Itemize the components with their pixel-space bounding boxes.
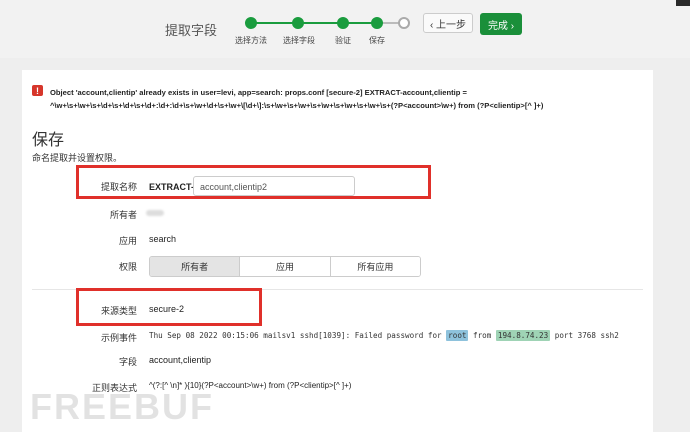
step-label-validate: 验证 (335, 36, 351, 45)
fields-label: 字段 (118, 357, 137, 367)
permission-app-button[interactable]: 应用 (240, 257, 331, 276)
step-label-select-method: 选择方法 (235, 36, 267, 45)
sample-event: Thu Sep 08 2022 00:15:06 mailsv1 sshd[10… (149, 330, 619, 341)
annotation-box-name (76, 165, 431, 199)
save-panel: ! Object 'account,clientip' already exis… (22, 70, 653, 432)
step-label-save: 保存 (369, 36, 385, 45)
highlight-account: root (446, 330, 469, 341)
fields-value: account,clientip (149, 355, 212, 365)
permission-all-apps-button[interactable]: 所有应用 (330, 257, 420, 276)
step-dot-select-fields (292, 17, 304, 29)
sample-event-text: Thu Sep 08 2022 00:15:06 mailsv1 sshd[10… (149, 331, 447, 340)
error-message: Object 'account,clientip' already exists… (50, 88, 544, 110)
wizard-title: 提取字段 (165, 23, 218, 38)
section-subtitle: 命名提取并设置权限。 (32, 153, 123, 163)
step-dot-select-method (245, 17, 257, 29)
step-progress: 选择方法 选择字段 验证 保存 (235, 14, 410, 45)
step-dot-save (371, 17, 383, 29)
sample-event-text: from (468, 331, 496, 340)
sample-event-text: port 3768 ssh2 (550, 331, 619, 340)
annotation-box-sourcetype (76, 288, 262, 326)
section-title: 保存 (32, 132, 65, 149)
step-dot-finish (398, 17, 410, 29)
step-label-select-fields: 选择字段 (283, 36, 315, 45)
permissions-toggle: 所有者 应用 所有应用 (149, 256, 421, 277)
watermark-logo: FREEBUF (30, 386, 214, 427)
sample-event-label: 示例事件 (100, 333, 137, 343)
highlight-clientip: 194.8.74.23 (495, 330, 551, 341)
window-edge (676, 0, 690, 6)
app-value: search (149, 234, 177, 244)
app-label: 应用 (118, 236, 137, 246)
previous-step-button[interactable]: ‹ 上一步 (423, 13, 473, 33)
step-dot-validate (337, 17, 349, 29)
finish-button[interactable]: 完成 › (480, 13, 522, 35)
owner-value-redacted (146, 210, 164, 216)
permissions-label: 权限 (118, 262, 137, 272)
wizard-header: 提取字段 选择方法 选择字段 验证 保存 ‹ 上一步 完成 › (0, 0, 690, 58)
owner-label: 所有者 (109, 210, 137, 220)
permission-owner-button[interactable]: 所有者 (150, 257, 241, 276)
exclamation-icon: ! (32, 85, 43, 96)
